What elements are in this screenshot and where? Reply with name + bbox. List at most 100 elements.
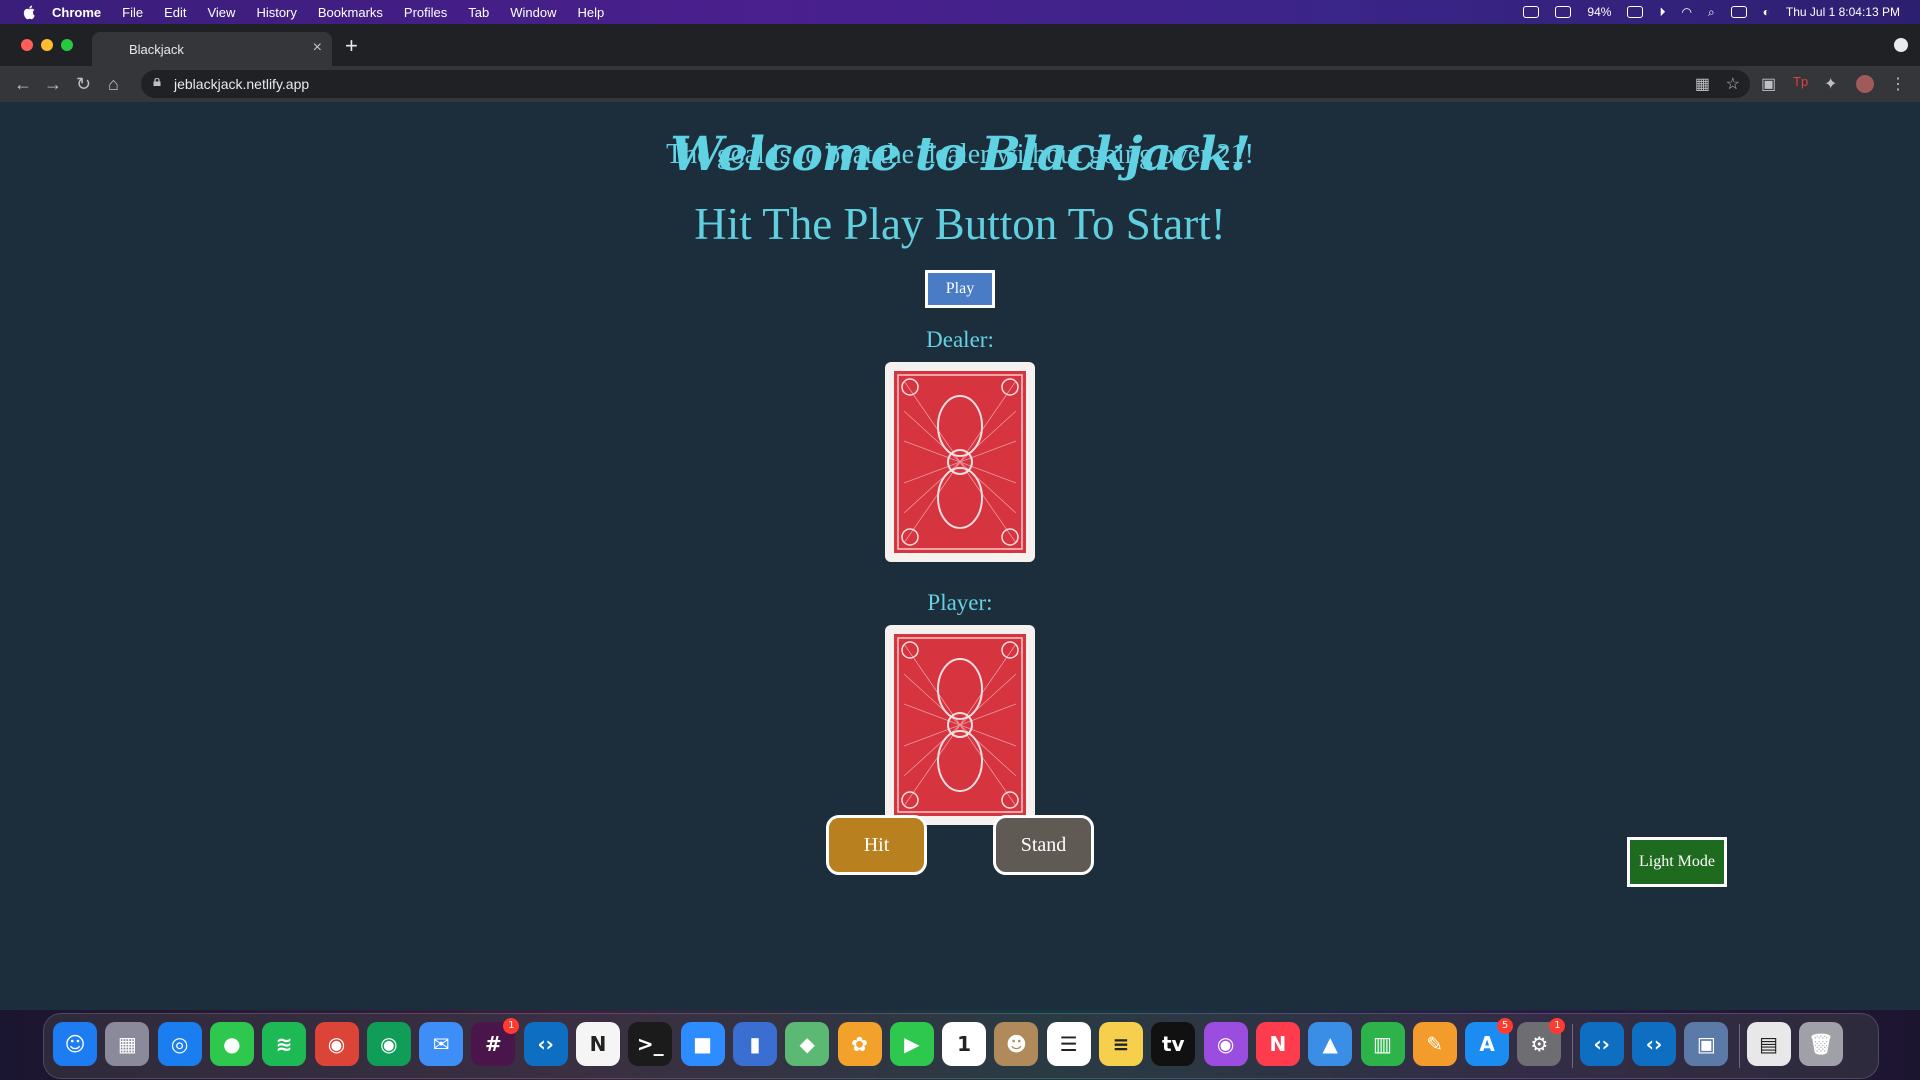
card-back-pattern bbox=[894, 371, 1026, 553]
podcasts-icon[interactable]: ◉ bbox=[1203, 1022, 1248, 1066]
url-text: jeblackjack.netlify.app bbox=[174, 76, 310, 92]
mail-icon[interactable]: ✉ bbox=[419, 1022, 464, 1066]
profile-avatar[interactable] bbox=[1856, 75, 1874, 93]
extension-2-icon[interactable]: Tp bbox=[1793, 74, 1808, 89]
play-status-icon[interactable]: ⏵ bbox=[1659, 5, 1665, 20]
bookmark-star-icon[interactable]: ☆ bbox=[1726, 74, 1740, 94]
spotify-icon[interactable]: ≋ bbox=[262, 1022, 307, 1066]
trash-icon[interactable]: 🗑 bbox=[1798, 1022, 1843, 1066]
zoom-icon[interactable]: ■ bbox=[680, 1022, 725, 1066]
new-tab-icon[interactable]: + bbox=[345, 33, 358, 59]
menu-item-history[interactable]: History bbox=[256, 5, 296, 20]
lock-icon bbox=[153, 78, 161, 86]
browser-toolbar: ← → ↻ ⌂ jeblackjack.netlify.app ▦ ☆ ▣ Tp… bbox=[0, 66, 1920, 103]
play-button[interactable]: Play bbox=[925, 270, 995, 308]
tab-title: Blackjack bbox=[129, 42, 184, 57]
tab-strip: Blackjack × + bbox=[0, 24, 1920, 66]
dock-separator bbox=[1738, 1024, 1740, 1068]
siri-icon[interactable]: ◐ bbox=[1763, 5, 1770, 19]
pages-icon[interactable]: ✎ bbox=[1412, 1022, 1457, 1066]
launchpad-icon[interactable]: ▦ bbox=[105, 1022, 150, 1066]
chrome-alt-icon[interactable]: ◉ bbox=[366, 1022, 411, 1066]
numbers-icon[interactable]: ▥ bbox=[1360, 1022, 1405, 1066]
notification-badge: 5 bbox=[1497, 1018, 1514, 1034]
vscode-icon[interactable]: ‹› bbox=[523, 1022, 568, 1066]
hit-button[interactable]: Hit bbox=[826, 815, 927, 875]
dealer-card bbox=[885, 362, 1035, 562]
player-label: Player: bbox=[927, 590, 993, 615]
menu-item-chrome[interactable]: Chrome bbox=[52, 5, 101, 20]
notification-badge: 1 bbox=[503, 1018, 520, 1034]
finder-icon[interactable]: ☺ bbox=[53, 1022, 97, 1066]
slack-icon[interactable]: #1 bbox=[471, 1018, 520, 1066]
address-bar[interactable]: jeblackjack.netlify.app ▦ ☆ bbox=[141, 70, 1750, 98]
light-mode-button[interactable]: Light Mode bbox=[1627, 837, 1727, 887]
appstore-icon[interactable]: A5 bbox=[1465, 1018, 1514, 1066]
stand-button[interactable]: Stand bbox=[993, 815, 1094, 875]
menu-item-view[interactable]: View bbox=[207, 5, 235, 20]
dock-separator bbox=[1571, 1024, 1573, 1068]
safari-icon[interactable]: ◎ bbox=[157, 1022, 202, 1066]
extensions-puzzle-icon[interactable]: ✦ bbox=[1824, 74, 1837, 94]
battery-percent: 94% bbox=[1587, 5, 1612, 19]
close-tab-icon[interactable]: × bbox=[313, 39, 322, 57]
page-content: Welcome to Blackjack! The goal is to bea… bbox=[0, 102, 1920, 1010]
menu-item-help[interactable]: Help bbox=[578, 5, 605, 20]
maps-icon[interactable]: ◆ bbox=[785, 1022, 830, 1066]
facetime-icon[interactable]: ▶ bbox=[889, 1022, 934, 1066]
vscode-3-icon[interactable]: ‹› bbox=[1632, 1022, 1676, 1066]
goal-text: The goal is to beat the dealer without g… bbox=[666, 139, 1254, 170]
browser-window: Blackjack × + ← → ↻ ⌂ jeblackjack.netlif… bbox=[0, 24, 1920, 1010]
wifi-icon[interactable]: ◠ bbox=[1681, 5, 1691, 19]
qr-code-icon[interactable]: ▦ bbox=[1695, 74, 1710, 94]
card-back-pattern bbox=[894, 634, 1026, 816]
forward-icon[interactable]: → bbox=[44, 74, 62, 94]
maximize-window-button[interactable] bbox=[61, 39, 73, 51]
screen-record-icon[interactable] bbox=[1523, 6, 1540, 18]
menu-item-tab[interactable]: Tab bbox=[468, 5, 489, 20]
notification-badge: 1 bbox=[1549, 1018, 1566, 1034]
player-card bbox=[885, 625, 1035, 825]
downloads-stack-icon[interactable]: ▤ bbox=[1746, 1022, 1791, 1066]
control-center-icon[interactable] bbox=[1730, 6, 1747, 18]
extension-1-icon[interactable]: ▣ bbox=[1761, 74, 1776, 94]
notes-icon[interactable]: ≡ bbox=[1099, 1022, 1143, 1066]
menu-bar: Chrome File Edit View History Bookmarks … bbox=[0, 0, 1920, 24]
news-icon[interactable]: N bbox=[1255, 1022, 1300, 1066]
spotlight-search-icon[interactable]: ⌕ bbox=[1708, 5, 1715, 20]
books-icon[interactable]: ▮ bbox=[732, 1022, 777, 1066]
tab-blackjack[interactable]: Blackjack × bbox=[92, 32, 332, 66]
photos-icon[interactable]: ✿ bbox=[837, 1022, 882, 1066]
keyboard-icon[interactable] bbox=[1555, 6, 1572, 18]
home-icon[interactable]: ⌂ bbox=[108, 74, 119, 94]
keynote-icon[interactable]: ▲ bbox=[1308, 1022, 1353, 1066]
reminders-icon[interactable]: ☰ bbox=[1046, 1022, 1091, 1066]
vscode-2-icon[interactable]: ‹› bbox=[1579, 1022, 1624, 1066]
dock: ☺ ▦ ◎ ● ≋ ◉ ◉ ✉ #1 ‹› N >_ ■ ▮ ◆ ✿ ▶ 1 ☻ ☰ ≡ tv ◉ N ▲ ▥ ✎ A 5 ⚙ 1 ‹› ‹› ▣… bbox=[43, 1013, 1879, 1079]
more-menu-icon[interactable]: ⋮ bbox=[1890, 74, 1906, 94]
menu-item-window[interactable]: Window bbox=[510, 5, 556, 20]
messages-icon[interactable]: ● bbox=[209, 1022, 254, 1066]
apple-menu-icon[interactable] bbox=[22, 4, 38, 20]
system-preferences-icon[interactable]: ⚙ 1 bbox=[1517, 1018, 1566, 1066]
contacts-icon[interactable]: ☻ bbox=[994, 1022, 1039, 1066]
battery-icon[interactable] bbox=[1627, 6, 1644, 18]
appletv-icon[interactable]: tv bbox=[1151, 1022, 1196, 1066]
close-window-button[interactable] bbox=[21, 39, 33, 51]
menu-item-bookmarks[interactable]: Bookmarks bbox=[318, 5, 383, 20]
back-icon[interactable]: ← bbox=[14, 74, 32, 94]
menu-item-profiles[interactable]: Profiles bbox=[404, 5, 447, 20]
start-instruction: Hit The Play Button To Start! bbox=[694, 199, 1226, 249]
clock[interactable]: Thu Jul 1 8:04:13 PM bbox=[1786, 5, 1900, 19]
notion-icon[interactable]: N bbox=[576, 1022, 620, 1066]
calendar-icon[interactable]: 1 bbox=[942, 1022, 987, 1066]
dealer-label: Dealer: bbox=[926, 327, 994, 352]
tab-search-icon[interactable] bbox=[1894, 38, 1908, 52]
minimize-window-button[interactable] bbox=[41, 39, 53, 51]
menu-item-file[interactable]: File bbox=[122, 5, 143, 20]
preview-icon[interactable]: ▣ bbox=[1684, 1022, 1729, 1066]
reload-icon[interactable]: ↻ bbox=[76, 74, 91, 94]
terminal-icon[interactable]: >_ bbox=[628, 1022, 673, 1066]
chrome-icon[interactable]: ◉ bbox=[314, 1022, 359, 1066]
menu-item-edit[interactable]: Edit bbox=[164, 5, 186, 20]
